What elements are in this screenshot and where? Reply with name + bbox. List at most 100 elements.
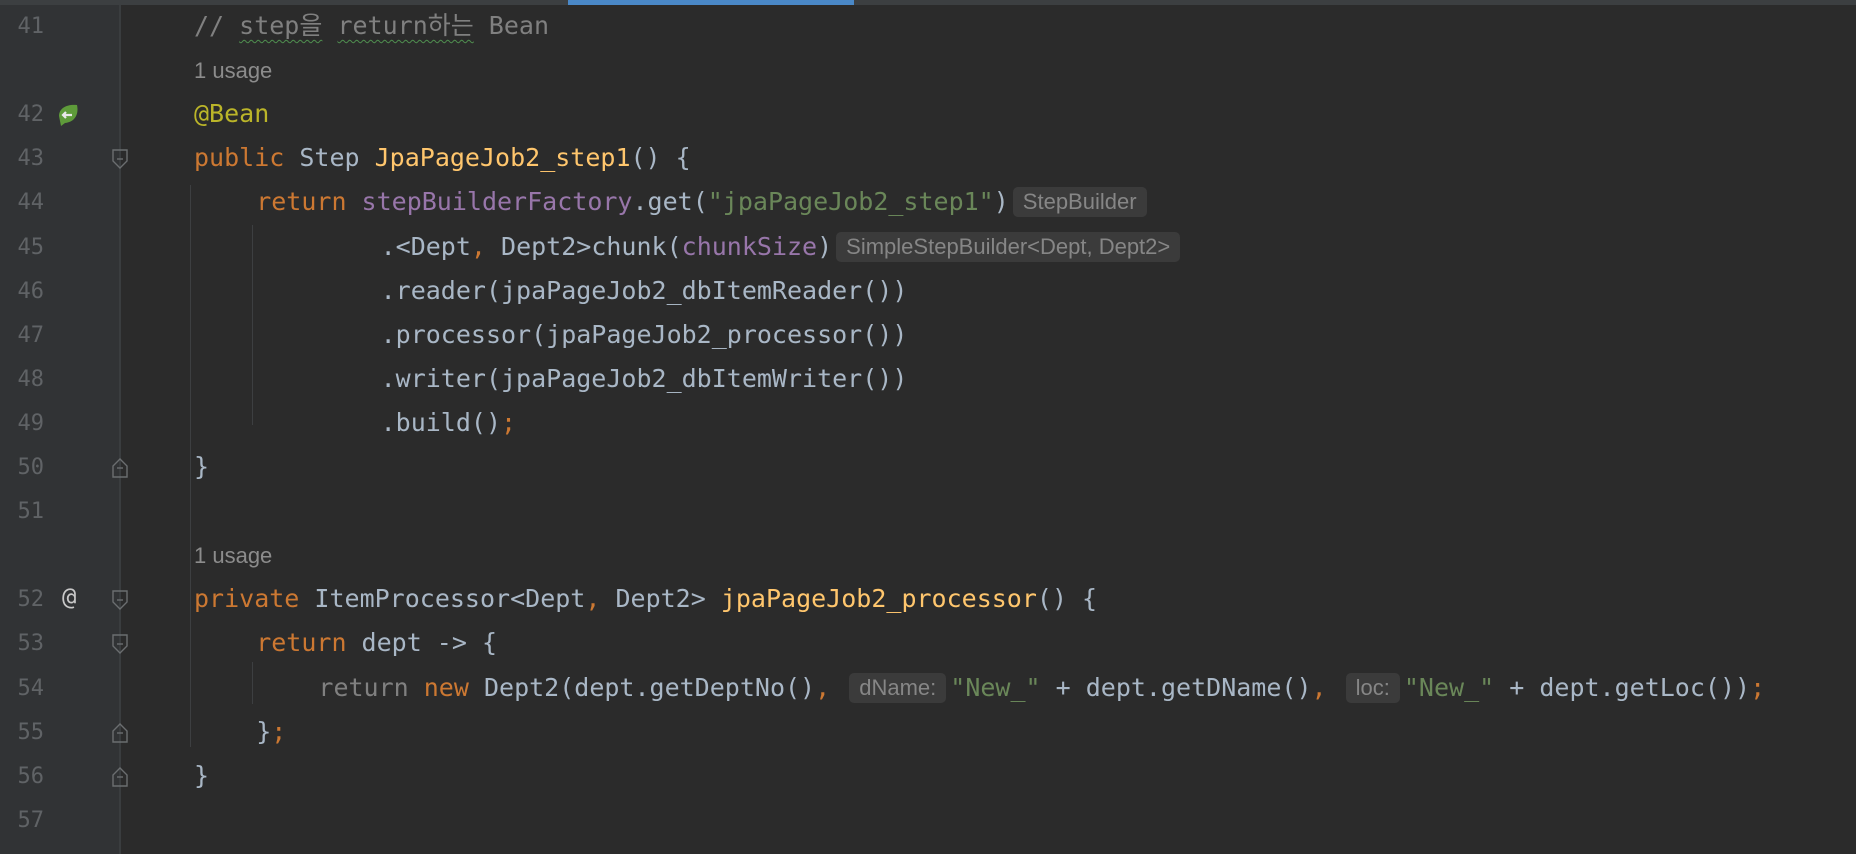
code-token: JpaPageJob2_step1 bbox=[374, 143, 631, 173]
usage-count-link[interactable]: 1 usage bbox=[194, 543, 272, 569]
code-text: private ItemProcessor<Dept, Dept2> jpaPa… bbox=[194, 584, 1097, 614]
code-token: () { bbox=[1036, 584, 1098, 614]
line-number[interactable]: 53 bbox=[0, 631, 45, 657]
inlay-hint[interactable]: dName: bbox=[849, 672, 947, 703]
line-number[interactable]: 54 bbox=[0, 676, 45, 702]
code-text: } bbox=[194, 452, 209, 482]
line-number[interactable]: 42 bbox=[0, 102, 45, 128]
line-number[interactable]: 49 bbox=[0, 411, 45, 437]
code-token: , bbox=[470, 231, 502, 261]
code-line[interactable]: 56} bbox=[0, 755, 1856, 799]
inlay-hint[interactable]: loc: bbox=[1345, 672, 1400, 703]
line-number[interactable]: 45 bbox=[0, 235, 45, 261]
code-line[interactable]: 41 // step을 return하는 Bean bbox=[0, 5, 1856, 49]
fold-collapse-icon[interactable] bbox=[111, 722, 129, 744]
code-line[interactable]: 50} bbox=[0, 446, 1856, 490]
code-text: @Bean bbox=[194, 99, 269, 129]
fold-collapse-icon[interactable] bbox=[111, 766, 129, 788]
code-line[interactable]: 48 .writer(jpaPageJob2_dbItemWriter()) bbox=[0, 358, 1856, 402]
line-number[interactable]: 52 bbox=[0, 587, 45, 613]
code-line[interactable]: 52 @ private ItemProcessor<Dept, Dept2> jp… bbox=[0, 578, 1856, 622]
code-token: @Bean bbox=[194, 99, 270, 129]
code-token: return bbox=[256, 187, 362, 217]
code-token: + dept.getLoc()) bbox=[1494, 672, 1751, 702]
code-token: ItemProcessor<Dept bbox=[314, 584, 586, 614]
fold-expand-icon[interactable] bbox=[111, 633, 129, 655]
code-line[interactable]: 47 .processor(jpaPageJob2_processor()) bbox=[0, 314, 1856, 358]
line-number[interactable]: 55 bbox=[0, 720, 45, 746]
code-token: .get( bbox=[632, 187, 708, 217]
code-text: // step을 return하는 Bean bbox=[194, 11, 549, 41]
code-token: // bbox=[194, 11, 240, 40]
fold-expand-icon[interactable] bbox=[111, 589, 129, 611]
line-number[interactable]: 48 bbox=[0, 367, 45, 393]
line-number[interactable]: 51 bbox=[0, 499, 45, 525]
code-token: Dept2>chunk( bbox=[501, 231, 682, 261]
usage-count-link[interactable]: 1 usage bbox=[194, 58, 272, 84]
code-token: .writer(jpaPageJob2_dbItemWriter()) bbox=[380, 363, 908, 393]
code-line[interactable]: 54 return new Dept2(dept.getDeptNo(), dNa… bbox=[0, 667, 1856, 711]
code-text: public Step JpaPageJob2_step1() { bbox=[194, 143, 691, 173]
code-token: , bbox=[815, 672, 846, 702]
code-token: dept -> { bbox=[361, 628, 498, 658]
code-token: Dept2(dept.getDeptNo() bbox=[483, 672, 816, 702]
code-line[interactable]: 45 .<Dept, Dept2>chunk(chunkSize) SimpleSt… bbox=[0, 226, 1856, 270]
line-number[interactable]: 47 bbox=[0, 323, 45, 349]
code-token: .processor(jpaPageJob2_processor()) bbox=[380, 319, 908, 349]
code-token: ) bbox=[993, 187, 1009, 217]
code-editor[interactable]: 41// step을 return하는 Bean 1 usage 42 @Bean 43… bbox=[0, 0, 1856, 854]
line-number[interactable]: 41 bbox=[0, 14, 45, 40]
code-line[interactable]: 46 .reader(jpaPageJob2_dbItemReader()) bbox=[0, 270, 1856, 314]
code-line[interactable]: 53 return dept -> { bbox=[0, 622, 1856, 666]
code-token: , bbox=[1311, 672, 1342, 702]
code-token: () { bbox=[630, 143, 691, 173]
code-token: ) bbox=[817, 231, 833, 261]
code-text: .build(); bbox=[381, 408, 516, 438]
code-text: return new Dept2(dept.getDeptNo(), dName… bbox=[318, 672, 1765, 703]
code-token: chunkSize bbox=[681, 231, 818, 261]
code-line[interactable]: 44 return stepBuilderFactory.get("jpaPage… bbox=[0, 181, 1856, 225]
code-text: } bbox=[194, 761, 209, 791]
code-token: } bbox=[194, 452, 210, 481]
line-number[interactable]: 44 bbox=[0, 190, 45, 216]
code-token: jpaPageJob2_processor bbox=[720, 584, 1037, 614]
code-text: .writer(jpaPageJob2_dbItemWriter()) bbox=[381, 364, 908, 394]
line-number[interactable]: 50 bbox=[0, 455, 45, 481]
code-text: .<Dept, Dept2>chunk(chunkSize) SimpleStep… bbox=[381, 231, 1185, 262]
code-token: public bbox=[194, 143, 300, 173]
code-token: return bbox=[256, 628, 362, 658]
code-token: return bbox=[318, 672, 424, 702]
fold-expand-icon[interactable] bbox=[111, 148, 129, 170]
code-line[interactable]: 55}; bbox=[0, 711, 1856, 755]
code-line[interactable]: 51 bbox=[0, 490, 1856, 534]
code-line[interactable]: 57 bbox=[0, 799, 1856, 843]
code-token: , bbox=[585, 584, 616, 614]
code-line[interactable]: 42 @Bean bbox=[0, 93, 1856, 137]
code-token: .build() bbox=[380, 407, 502, 437]
line-number[interactable]: 46 bbox=[0, 279, 45, 305]
spring-bean-icon[interactable] bbox=[55, 102, 83, 132]
usage-hint-row: 1 usage bbox=[0, 49, 1856, 93]
code-token: "jpaPageJob2_step1" bbox=[707, 187, 994, 217]
code-token: Bean bbox=[473, 11, 550, 40]
usage-hint-row: 1 usage bbox=[0, 534, 1856, 578]
code-token: .reader(jpaPageJob2_dbItemReader()) bbox=[380, 275, 908, 305]
code-text: }; bbox=[256, 717, 286, 747]
line-number[interactable]: 56 bbox=[0, 764, 45, 790]
code-token: ; bbox=[501, 407, 517, 437]
inlay-hint[interactable]: StepBuilder bbox=[1012, 187, 1147, 218]
line-number[interactable]: 57 bbox=[0, 808, 45, 834]
code-text: return dept -> { bbox=[256, 628, 497, 658]
line-number[interactable]: 43 bbox=[0, 146, 45, 172]
code-token: step을 bbox=[239, 11, 323, 40]
at-sign-icon[interactable]: @ bbox=[62, 583, 76, 611]
fold-collapse-icon[interactable] bbox=[111, 457, 129, 479]
code-token: ; bbox=[271, 716, 287, 746]
code-text: return stepBuilderFactory.get("jpaPageJo… bbox=[256, 187, 1150, 218]
code-token: new bbox=[423, 672, 484, 702]
code-line[interactable]: 49 .build(); bbox=[0, 402, 1856, 446]
code-token: } bbox=[256, 716, 272, 746]
code-line[interactable]: 43 public Step JpaPageJob2_step1() { bbox=[0, 137, 1856, 181]
inlay-hint[interactable]: SimpleStepBuilder<Dept, Dept2> bbox=[836, 231, 1181, 262]
